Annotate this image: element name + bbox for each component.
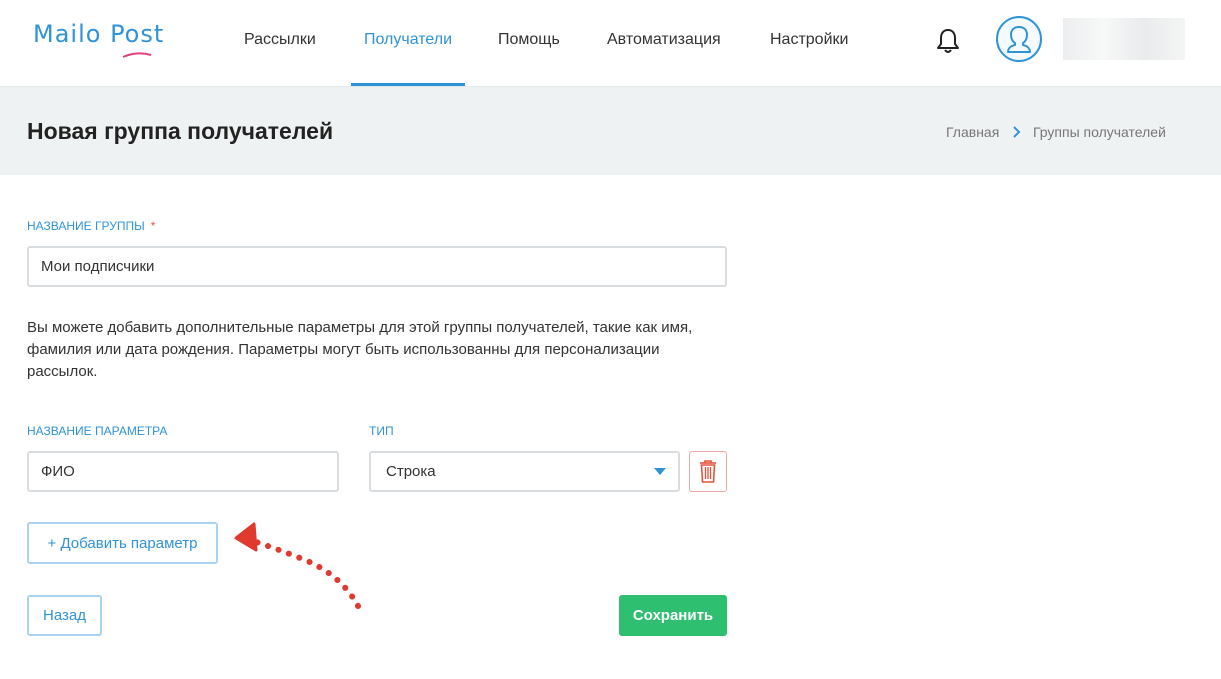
nav-item-automation[interactable]: Автоматизация (607, 31, 721, 49)
nav-item-mailings[interactable]: Рассылки (244, 31, 316, 49)
user-avatar-icon[interactable] (996, 16, 1042, 62)
save-button[interactable]: Сохранить (619, 595, 727, 636)
nav-item-recipients[interactable]: Получатели (364, 31, 452, 49)
user-silhouette-icon (1007, 26, 1031, 53)
type-select[interactable]: Строка (369, 451, 680, 492)
logo-underline (122, 52, 152, 58)
breadcrumb-home[interactable]: Главная (946, 124, 999, 140)
group-name-value: Мои подписчики (41, 258, 155, 275)
active-tab-indicator (351, 83, 465, 86)
add-parameter-button[interactable]: + Добавить параметр (27, 522, 218, 564)
nav-item-settings[interactable]: Настройки (770, 31, 848, 49)
type-label: ТИП (369, 424, 394, 438)
type-select-value: Строка (386, 463, 436, 480)
top-navigation-bar: Mailo Post Рассылки Получатели Помощь Ав… (0, 0, 1221, 87)
trash-icon (700, 460, 716, 483)
required-marker: * (150, 219, 156, 233)
delete-parameter-button[interactable] (689, 451, 727, 492)
param-name-value: ФИО (41, 463, 75, 480)
app-logo[interactable]: Mailo Post (33, 20, 164, 48)
group-name-input[interactable]: Мои подписчики (27, 246, 727, 287)
annotation-arrow (234, 522, 361, 609)
dropdown-arrow-icon (654, 468, 666, 475)
param-name-input[interactable]: ФИО (27, 451, 339, 492)
page-title: Новая группа получателей (27, 118, 334, 144)
bell-icon[interactable] (935, 27, 961, 55)
chevron-right-icon (1013, 126, 1021, 138)
parameters-hint: Вы можете добавить дополнительные параме… (27, 319, 693, 380)
group-name-label: НАЗВАНИЕ ГРУППЫ * (27, 219, 156, 233)
user-name-redacted[interactable] (1063, 18, 1185, 60)
breadcrumb-recipient-groups[interactable]: Группы получателей (1033, 124, 1166, 140)
nav-item-help[interactable]: Помощь (498, 31, 560, 49)
back-button[interactable]: Назад (27, 595, 102, 636)
param-name-label: НАЗВАНИЕ ПАРАМЕТРА (27, 424, 168, 438)
